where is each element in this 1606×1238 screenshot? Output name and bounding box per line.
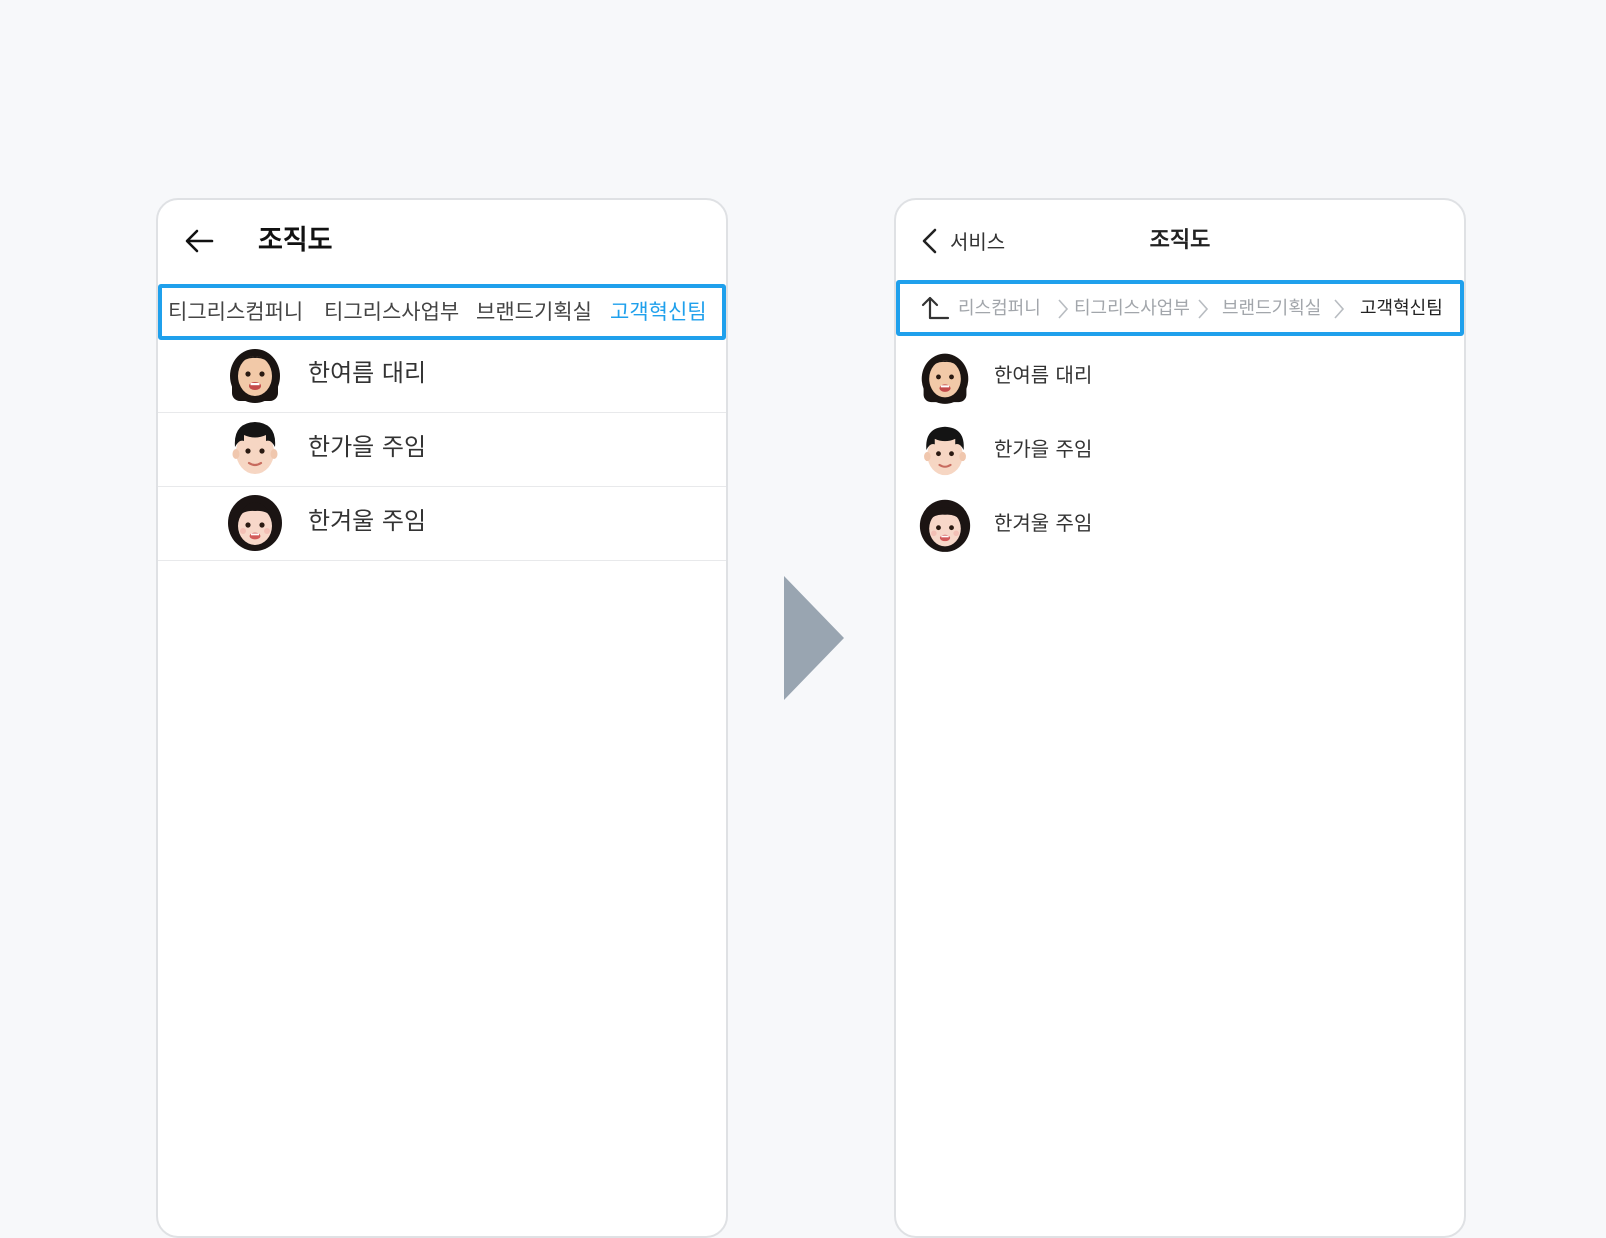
chevron-right-icon <box>1058 299 1069 319</box>
list-item[interactable]: 한겨울 주임 <box>158 484 726 561</box>
list-item[interactable]: 한여름 대리 <box>158 336 726 413</box>
path-tab-company[interactable]: 티그리스컴퍼니 <box>168 298 303 326</box>
avatar <box>231 420 279 476</box>
arrow-left-icon[interactable] <box>182 224 216 258</box>
breadcrumb-current: 고객혁신팀 <box>1360 298 1443 319</box>
breadcrumb-item[interactable]: 리스컴퍼니 <box>958 296 1041 322</box>
page-title: 조직도 <box>1149 228 1211 253</box>
path-tab-team[interactable]: 고객혁신팀 <box>610 298 707 326</box>
chevron-right-icon <box>1334 299 1345 319</box>
member-name: 한여름 대리 <box>308 359 427 387</box>
list-item[interactable]: 한겨울 주임 <box>896 488 1464 564</box>
member-name: 한가을 주임 <box>308 433 427 461</box>
breadcrumb-item[interactable]: 티그리스사업부 <box>1074 296 1190 322</box>
list-item[interactable]: 한가을 주임 <box>896 414 1464 490</box>
avatar <box>230 349 280 403</box>
level-up-icon[interactable] <box>920 292 950 324</box>
avatar <box>228 495 282 551</box>
header: 조직도 <box>158 200 726 282</box>
member-name: 한가을 주임 <box>994 437 1093 461</box>
after-screen: 서비스 조직도 리스컴퍼니 티그리스사업부 브랜드기획실 고객혁신팀 한여름 대… <box>894 198 1466 1238</box>
before-screen: 조직도 티그리스컴퍼니 티그리스사업부 브랜드기획실 고객혁신팀 한여름 대리 … <box>156 198 728 1238</box>
member-name: 한겨울 주임 <box>308 507 427 535</box>
header: 서비스 조직도 <box>896 200 1464 282</box>
member-name: 한겨울 주임 <box>994 511 1093 535</box>
breadcrumb-item[interactable]: 브랜드기획실 <box>1222 296 1321 322</box>
triangle-right-icon <box>784 576 844 700</box>
breadcrumb: 리스컴퍼니 티그리스사업부 브랜드기획실 고객혁신팀 <box>896 280 1464 336</box>
avatar <box>923 425 967 477</box>
path-tab-planning[interactable]: 브랜드기획실 <box>476 298 592 326</box>
avatar <box>921 353 969 404</box>
chevron-right-icon <box>1198 299 1209 319</box>
avatar <box>919 499 971 552</box>
list-item[interactable]: 한여름 대리 <box>896 340 1464 416</box>
path-tab-division[interactable]: 티그리스사업부 <box>324 298 459 326</box>
page-title: 조직도 <box>258 225 333 256</box>
list-item[interactable]: 한가을 주임 <box>158 410 726 487</box>
org-path-tabs: 티그리스컴퍼니 티그리스사업부 브랜드기획실 고객혁신팀 <box>158 284 726 340</box>
member-name: 한여름 대리 <box>994 363 1093 387</box>
